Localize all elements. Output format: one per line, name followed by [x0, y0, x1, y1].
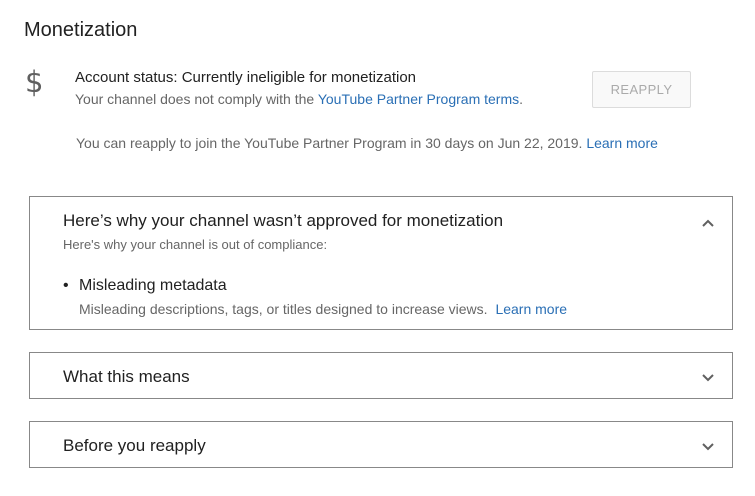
- reason-description: Misleading descriptions, tags, or titles…: [79, 301, 567, 317]
- before-you-reapply-panel[interactable]: Before you reapply: [29, 421, 733, 468]
- bullet: •: [63, 277, 69, 294]
- what-this-means-panel-title[interactable]: What this means: [63, 367, 190, 387]
- dollar-icon: $: [25, 65, 44, 99]
- reason-learn-more-link[interactable]: Learn more: [495, 301, 567, 317]
- chevron-down-icon[interactable]: [701, 371, 715, 385]
- what-this-means-panel[interactable]: What this means: [29, 352, 733, 399]
- chevron-down-icon[interactable]: [701, 440, 715, 454]
- list-item: • Misleading metadata: [63, 277, 227, 295]
- not-approved-panel: Here’s why your channel wasn’t approved …: [29, 196, 733, 330]
- account-status-label: Account status: Currently ineligible for…: [75, 69, 417, 86]
- status-sub-text: Your channel does not comply with the: [75, 91, 315, 107]
- status-sub-end: .: [519, 91, 524, 107]
- not-approved-panel-subtitle: Here's why your channel is out of compli…: [63, 237, 328, 252]
- partner-program-terms-link[interactable]: YouTube Partner Program terms: [318, 91, 519, 107]
- reason-title: Misleading metadata: [79, 277, 227, 294]
- chevron-up-icon[interactable]: [701, 216, 715, 230]
- reapply-note-text: You can reapply to join the YouTube Part…: [76, 135, 583, 151]
- reapply-note: You can reapply to join the YouTube Part…: [76, 135, 658, 151]
- not-approved-panel-title[interactable]: Here’s why your channel wasn’t approved …: [63, 211, 503, 231]
- reason-description-text: Misleading descriptions, tags, or titles…: [79, 301, 488, 317]
- reapply-learn-more-link[interactable]: Learn more: [586, 135, 658, 151]
- account-status-description: Your channel does not comply with the Yo…: [75, 91, 523, 107]
- before-you-reapply-panel-title[interactable]: Before you reapply: [63, 436, 206, 456]
- page-title: Monetization: [24, 19, 138, 41]
- reapply-button[interactable]: REAPPLY: [592, 71, 691, 108]
